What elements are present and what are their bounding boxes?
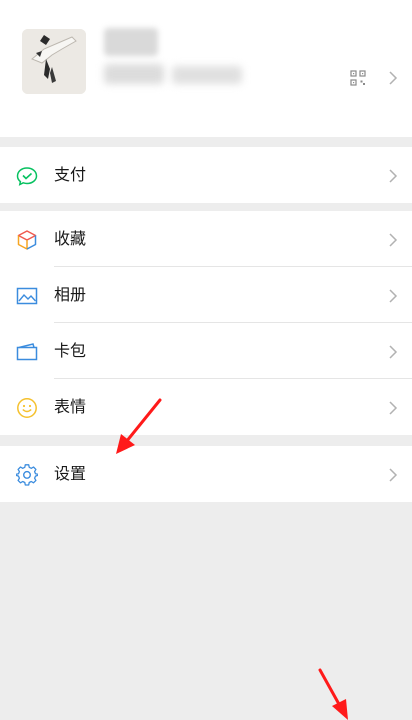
chevron-right-icon <box>389 169 398 183</box>
menu-item-pay-label: 支付 <box>54 165 87 184</box>
qr-code-icon[interactable] <box>350 70 366 86</box>
avatar[interactable] <box>22 29 86 94</box>
wechat-id-blurred-2 <box>172 66 242 84</box>
menu-item-favorites-label: 收藏 <box>54 229 87 248</box>
nickname-blurred <box>104 28 158 56</box>
features-section: 收藏 相册 卡包 表情 <box>0 211 412 435</box>
pay-section: 支付 <box>0 147 412 203</box>
annotation-arrow-bottom <box>318 668 348 720</box>
annotation-arrow-settings <box>116 398 162 454</box>
chevron-right-icon <box>389 233 398 247</box>
gear-icon <box>16 464 38 486</box>
chevron-right-icon <box>389 289 398 303</box>
profile-header[interactable] <box>0 0 412 137</box>
settings-section: 设置 <box>0 446 412 502</box>
chevron-right-icon <box>389 468 398 482</box>
menu-item-cards[interactable]: 卡包 <box>0 323 412 379</box>
menu-item-settings[interactable]: 设置 <box>0 446 412 502</box>
menu-item-settings-label: 设置 <box>54 464 87 483</box>
chevron-right-icon <box>389 345 398 359</box>
menu-item-pay[interactable]: 支付 <box>0 147 412 203</box>
wechat-id-blurred <box>104 64 164 84</box>
menu-item-cards-label: 卡包 <box>54 341 87 360</box>
menu-item-stickers[interactable]: 表情 <box>0 379 412 435</box>
menu-item-album-label: 相册 <box>54 285 87 304</box>
smiley-icon <box>17 398 37 418</box>
chevron-right-icon <box>389 401 398 415</box>
menu-item-stickers-label: 表情 <box>54 397 87 416</box>
menu-item-album[interactable]: 相册 <box>0 267 412 323</box>
picture-icon <box>16 287 38 305</box>
wallet-card-icon <box>16 343 38 361</box>
cube-icon <box>17 230 37 250</box>
menu-item-favorites[interactable]: 收藏 <box>0 211 412 267</box>
wechat-pay-icon <box>16 167 38 186</box>
chevron-right-icon <box>389 71 398 85</box>
